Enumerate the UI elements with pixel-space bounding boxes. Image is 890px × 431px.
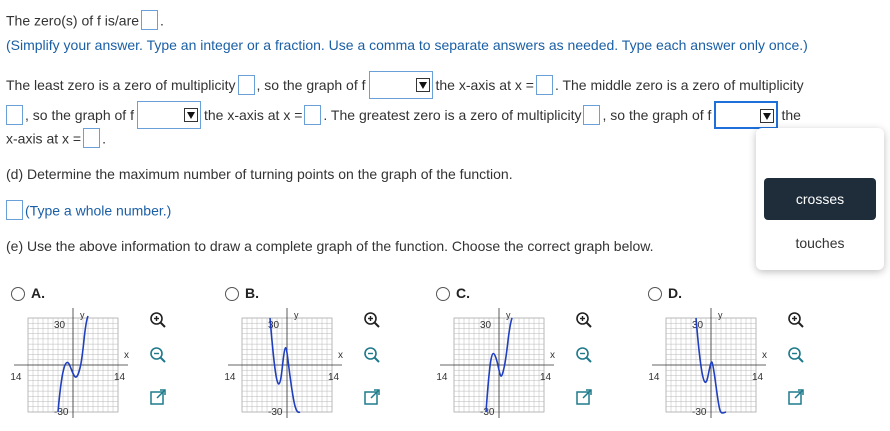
y-axis-label: y — [718, 310, 723, 320]
radio-b[interactable] — [225, 287, 239, 302]
the-text: the — [781, 107, 801, 123]
graph-of-f-text: , so the graph of f — [602, 107, 712, 123]
x-right-tick-label: 14 — [752, 372, 764, 383]
zoom-out-icon[interactable] — [787, 346, 805, 364]
option-touches[interactable]: touches — [764, 222, 876, 264]
zoom-in-icon[interactable] — [787, 311, 805, 329]
dropdown-arrow-icon[interactable] — [415, 78, 430, 92]
y-axis-label: y — [506, 310, 511, 320]
x-axis-at-text: the x-axis at x = — [435, 77, 534, 93]
choice-c[interactable]: C. — [436, 285, 470, 302]
multiplicity-line-2: , so the graph of f the x-axis at x = . Th… — [6, 101, 801, 129]
x-left-tick-label: -14 — [648, 372, 660, 383]
instructions: (Simplify your answer. Type an integer o… — [6, 37, 808, 53]
x-axis-label: x — [550, 350, 555, 361]
graph-of-f-text: , so the graph of f — [25, 107, 134, 123]
greatest-behavior-dropdown[interactable] — [714, 101, 779, 129]
x-left-tick-label: -14 — [224, 372, 236, 383]
graph-a[interactable]: 30 -30 -14 14 x y — [10, 306, 135, 424]
middle-zero-text: . The middle zero is a zero of multiplic… — [554, 77, 804, 93]
expand-icon[interactable] — [575, 388, 593, 406]
x-left-tick-label: -14 — [10, 372, 22, 383]
least-x-box[interactable] — [535, 75, 553, 95]
x-right-tick-label: 14 — [540, 372, 552, 383]
behavior-dropdown-menu: crosses touches — [756, 128, 884, 270]
graph-c[interactable]: 30 -30 -14 14 x y — [436, 306, 561, 424]
zeros-answer-box[interactable] — [141, 10, 159, 31]
y-top-tick-label: 30 — [480, 320, 492, 331]
zoom-out-icon[interactable] — [363, 346, 381, 364]
x-axis-label: x — [338, 350, 343, 361]
greatest-multiplicity-box[interactable] — [583, 105, 601, 125]
zoom-in-icon[interactable] — [149, 311, 167, 329]
y-bottom-tick-label: -30 — [54, 407, 69, 418]
least-behavior-dropdown[interactable] — [368, 71, 433, 99]
turning-points-box[interactable] — [6, 200, 23, 221]
radio-a[interactable] — [11, 287, 25, 302]
y-bottom-tick-label: -30 — [480, 407, 495, 418]
dropdown-arrow-icon[interactable] — [760, 109, 775, 123]
choice-a[interactable]: A. — [11, 285, 45, 302]
x-axis-label: x — [762, 350, 767, 361]
expand-icon[interactable] — [149, 388, 167, 406]
least-zero-text: The least zero is a zero of multiplicity — [6, 77, 236, 93]
radio-d[interactable] — [648, 287, 662, 302]
expand-icon[interactable] — [787, 388, 805, 406]
radio-c[interactable] — [436, 287, 450, 302]
part-d-hint: (Type a whole number.) — [25, 202, 172, 219]
y-axis-label: y — [294, 310, 299, 320]
x-right-tick-label: 14 — [328, 372, 340, 383]
x-axis-label: x — [124, 350, 129, 361]
y-bottom-tick-label: -30 — [268, 407, 283, 418]
part-d-question: (d) Determine the maximum number of turn… — [6, 166, 513, 182]
choice-b-label: B. — [245, 285, 259, 301]
y-axis-label: y — [80, 310, 85, 320]
dropdown-arrow-icon[interactable] — [183, 108, 198, 122]
multiplicity-line-1: The least zero is a zero of multiplicity… — [6, 71, 804, 99]
choice-d-label: D. — [668, 285, 682, 301]
graph-b[interactable]: 30 -30 -14 14 x y — [224, 306, 349, 424]
greatest-zero-text: . The greatest zero is a zero of multipl… — [323, 107, 582, 123]
least-multiplicity-box[interactable] — [237, 75, 255, 95]
period: . — [160, 12, 164, 29]
middle-behavior-dropdown[interactable] — [136, 101, 201, 129]
period: . — [102, 130, 106, 147]
graph-of-f-text: , so the graph of f — [256, 77, 366, 93]
zeros-text: The zero(s) of f is/are — [6, 12, 140, 29]
x-right-tick-label: 14 — [114, 372, 126, 383]
choice-d[interactable]: D. — [648, 285, 682, 302]
greatest-x-box[interactable] — [83, 128, 101, 149]
choice-b[interactable]: B. — [225, 285, 259, 302]
middle-multiplicity-box[interactable] — [6, 105, 23, 125]
choice-c-label: C. — [456, 285, 470, 301]
middle-x-box[interactable] — [304, 105, 322, 125]
y-bottom-tick-label: -30 — [692, 407, 707, 418]
graph-d[interactable]: 30 -30 -14 14 x y — [648, 306, 773, 424]
zoom-in-icon[interactable] — [575, 311, 593, 329]
multiplicity-line-3: x-axis at x =. — [6, 128, 106, 149]
zeros-line: The zero(s) of f is/are. — [6, 10, 164, 31]
expand-icon[interactable] — [363, 388, 381, 406]
x-axis-at-text: x-axis at x = — [6, 130, 82, 147]
y-top-tick-label: 30 — [54, 320, 66, 331]
zoom-in-icon[interactable] — [363, 311, 381, 329]
choice-a-label: A. — [31, 285, 45, 301]
part-e-question: (e) Use the above information to draw a … — [6, 238, 654, 254]
zoom-out-icon[interactable] — [575, 346, 593, 364]
zoom-out-icon[interactable] — [149, 346, 167, 364]
option-crosses[interactable]: crosses — [764, 178, 876, 220]
x-left-tick-label: -14 — [436, 372, 448, 383]
part-d-row: (Type a whole number.) — [6, 200, 172, 221]
x-axis-at-text: the x-axis at x = — [203, 107, 303, 123]
